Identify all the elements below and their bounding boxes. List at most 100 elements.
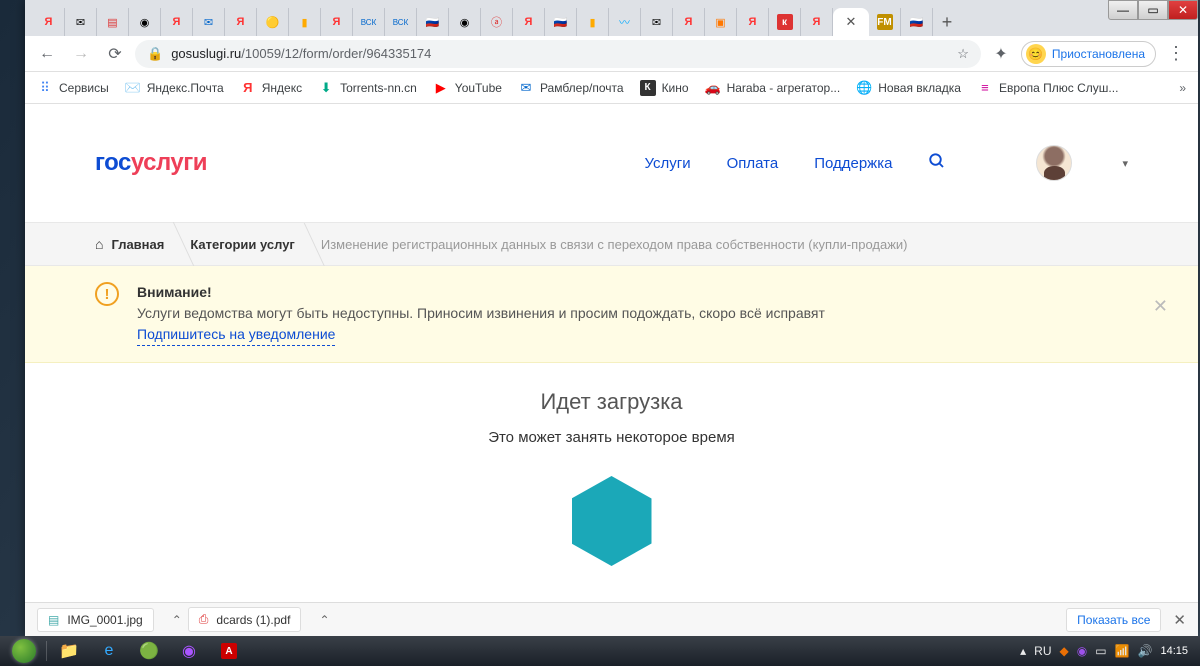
- browser-tab[interactable]: ✉: [193, 8, 225, 36]
- browser-tab[interactable]: 〰: [609, 8, 641, 36]
- close-tab-icon[interactable]: ✕: [846, 14, 857, 30]
- browser-tab[interactable]: ▮: [577, 8, 609, 36]
- url-field[interactable]: 🔒 gosuslugi.ru/10059/12/form/order/96433…: [135, 40, 981, 68]
- yandex-icon: Я: [329, 14, 345, 30]
- alert-title: Внимание!: [137, 282, 825, 303]
- nav-link-payment[interactable]: Оплата: [727, 155, 779, 172]
- browser-tab[interactable]: Я: [161, 8, 193, 36]
- taskbar-app-adobe[interactable]: A: [209, 638, 249, 664]
- download-menu-icon[interactable]: ⌃: [313, 613, 335, 627]
- alert-close-button[interactable]: ✕: [1153, 296, 1168, 317]
- browser-tab[interactable]: ✉: [65, 8, 97, 36]
- breadcrumb-item[interactable]: Категории услуг: [190, 237, 321, 252]
- tray-app-icon[interactable]: ◆: [1060, 644, 1069, 658]
- downloads-show-all-button[interactable]: Показать все: [1066, 608, 1161, 632]
- new-tab-button[interactable]: +: [933, 8, 961, 36]
- download-item[interactable]: ⎙ dcards (1).pdf: [188, 607, 302, 632]
- bookmarks-overflow-button[interactable]: »: [1179, 81, 1186, 95]
- desktop: — ▭ ✕ Я ✉ ▤ ◉ Я ✉ Я 🟡 ▮ Я ВСК ВСК 🇷🇺 ◉ ⓐ…: [0, 0, 1200, 666]
- fm-icon: FM: [877, 14, 893, 30]
- yandex-icon: Я: [240, 80, 256, 96]
- browser-tab[interactable]: 🇷🇺: [417, 8, 449, 36]
- tray-flag-icon[interactable]: ▭: [1095, 644, 1106, 658]
- car-icon: 🚗: [705, 80, 721, 96]
- browser-tab[interactable]: Я: [801, 8, 833, 36]
- browser-tab[interactable]: ⓐ: [481, 8, 513, 36]
- gosuslugi-logo[interactable]: госуслуги: [95, 149, 207, 177]
- tray-lang[interactable]: RU: [1034, 644, 1051, 658]
- bookmark-item[interactable]: ККино: [640, 80, 689, 96]
- taskbar-app-viber[interactable]: ◉: [169, 638, 209, 664]
- browser-tab[interactable]: ВСК: [385, 8, 417, 36]
- browser-tab[interactable]: Я: [321, 8, 353, 36]
- bookmark-item[interactable]: 🌐Новая вкладка: [856, 80, 961, 96]
- nav-link-services[interactable]: Услуги: [644, 155, 690, 172]
- browser-tab[interactable]: ◉: [129, 8, 161, 36]
- bookmark-item[interactable]: 🚗Haraba - агрегатор...: [705, 80, 841, 96]
- apps-icon: ⠿: [37, 80, 53, 96]
- profile-button[interactable]: 😊 Приостановлена: [1021, 41, 1156, 67]
- bookmark-item[interactable]: ≡Европа Плюс Слуш...: [977, 80, 1119, 96]
- browser-tab[interactable]: ВСК: [353, 8, 385, 36]
- nav-link-support[interactable]: Поддержка: [814, 155, 892, 172]
- downloads-close-button[interactable]: ✕: [1173, 611, 1186, 629]
- emblem-icon: 🟡: [265, 14, 281, 30]
- loading-heading: Идет загрузка: [25, 389, 1198, 415]
- tray-chevron-icon[interactable]: ▴: [1020, 644, 1026, 658]
- browser-tab[interactable]: Я: [737, 8, 769, 36]
- browser-tab[interactable]: 🟡: [257, 8, 289, 36]
- minimize-button[interactable]: —: [1108, 0, 1138, 20]
- tray-volume-icon[interactable]: 🔊: [1138, 644, 1153, 658]
- browser-menu-button[interactable]: ⋮: [1162, 43, 1190, 64]
- flag-icon: 🇷🇺: [553, 14, 569, 30]
- browser-tab[interactable]: ▤: [97, 8, 129, 36]
- browser-tab[interactable]: FM: [869, 8, 901, 36]
- bookmark-item[interactable]: ⠿Сервисы: [37, 80, 109, 96]
- alert-subscribe-link[interactable]: Подпишитесь на уведомление: [137, 324, 335, 346]
- loading-spinner-icon: [572, 476, 652, 566]
- yandex-icon: Я: [745, 14, 761, 30]
- forward-button[interactable]: →: [67, 40, 95, 68]
- taskbar-app-chrome[interactable]: 🟢: [129, 638, 169, 664]
- search-icon[interactable]: [928, 152, 946, 174]
- tray-app-icon[interactable]: ◉: [1077, 644, 1087, 658]
- breadcrumb-home[interactable]: ⌂ Главная: [95, 236, 190, 252]
- download-menu-icon[interactable]: ⌃: [166, 613, 188, 627]
- bookmark-item[interactable]: ЯЯндекс: [240, 80, 302, 96]
- explorer-icon: 📁: [59, 641, 79, 661]
- profile-dropdown-icon[interactable]: ▾: [1122, 157, 1128, 170]
- reload-button[interactable]: ⟳: [101, 40, 129, 68]
- taskbar-app-explorer[interactable]: 📁: [49, 638, 89, 664]
- site-nav: Услуги Оплата Поддержка: [644, 152, 946, 174]
- start-button[interactable]: [4, 638, 44, 664]
- extensions-icon[interactable]: ✦: [987, 40, 1015, 68]
- browser-tab[interactable]: 🇷🇺: [901, 8, 933, 36]
- browser-tab[interactable]: к: [769, 8, 801, 36]
- browser-tab[interactable]: Я: [33, 8, 65, 36]
- tray-clock[interactable]: 14:15: [1160, 645, 1188, 657]
- avatar[interactable]: [1036, 145, 1072, 181]
- mail-blue-icon: ✉: [201, 14, 217, 30]
- tray-network-icon[interactable]: 📶: [1115, 644, 1130, 658]
- bookmark-item[interactable]: ✉Рамблер/почта: [518, 80, 624, 96]
- back-button[interactable]: ←: [33, 40, 61, 68]
- download-item[interactable]: ▤ IMG_0001.jpg: [37, 608, 154, 632]
- browser-tab[interactable]: 🇷🇺: [545, 8, 577, 36]
- browser-tab[interactable]: ✉: [641, 8, 673, 36]
- browser-tab-active[interactable]: ✕: [833, 8, 869, 36]
- browser-tab[interactable]: ▣: [705, 8, 737, 36]
- bookmark-item[interactable]: ⬇Torrents-nn.cn: [318, 80, 417, 96]
- browser-tab[interactable]: ▮: [289, 8, 321, 36]
- browser-tab[interactable]: Я: [673, 8, 705, 36]
- bookmark-star-icon[interactable]: ☆: [957, 46, 969, 62]
- browser-tab[interactable]: ◉: [449, 8, 481, 36]
- bookmark-item[interactable]: ▶YouTube: [433, 80, 502, 96]
- taskbar-app-ie[interactable]: e: [89, 638, 129, 664]
- window-close-button[interactable]: ✕: [1168, 0, 1198, 20]
- bookmark-item[interactable]: ✉️Яндекс.Почта: [125, 80, 224, 96]
- browser-tab[interactable]: Я: [513, 8, 545, 36]
- tab-strip: Я ✉ ▤ ◉ Я ✉ Я 🟡 ▮ Я ВСК ВСК 🇷🇺 ◉ ⓐ Я 🇷🇺 …: [25, 0, 1198, 36]
- maximize-button[interactable]: ▭: [1138, 0, 1168, 20]
- browser-tab[interactable]: Я: [225, 8, 257, 36]
- loading-subtext: Это может занять некоторое время: [25, 429, 1198, 446]
